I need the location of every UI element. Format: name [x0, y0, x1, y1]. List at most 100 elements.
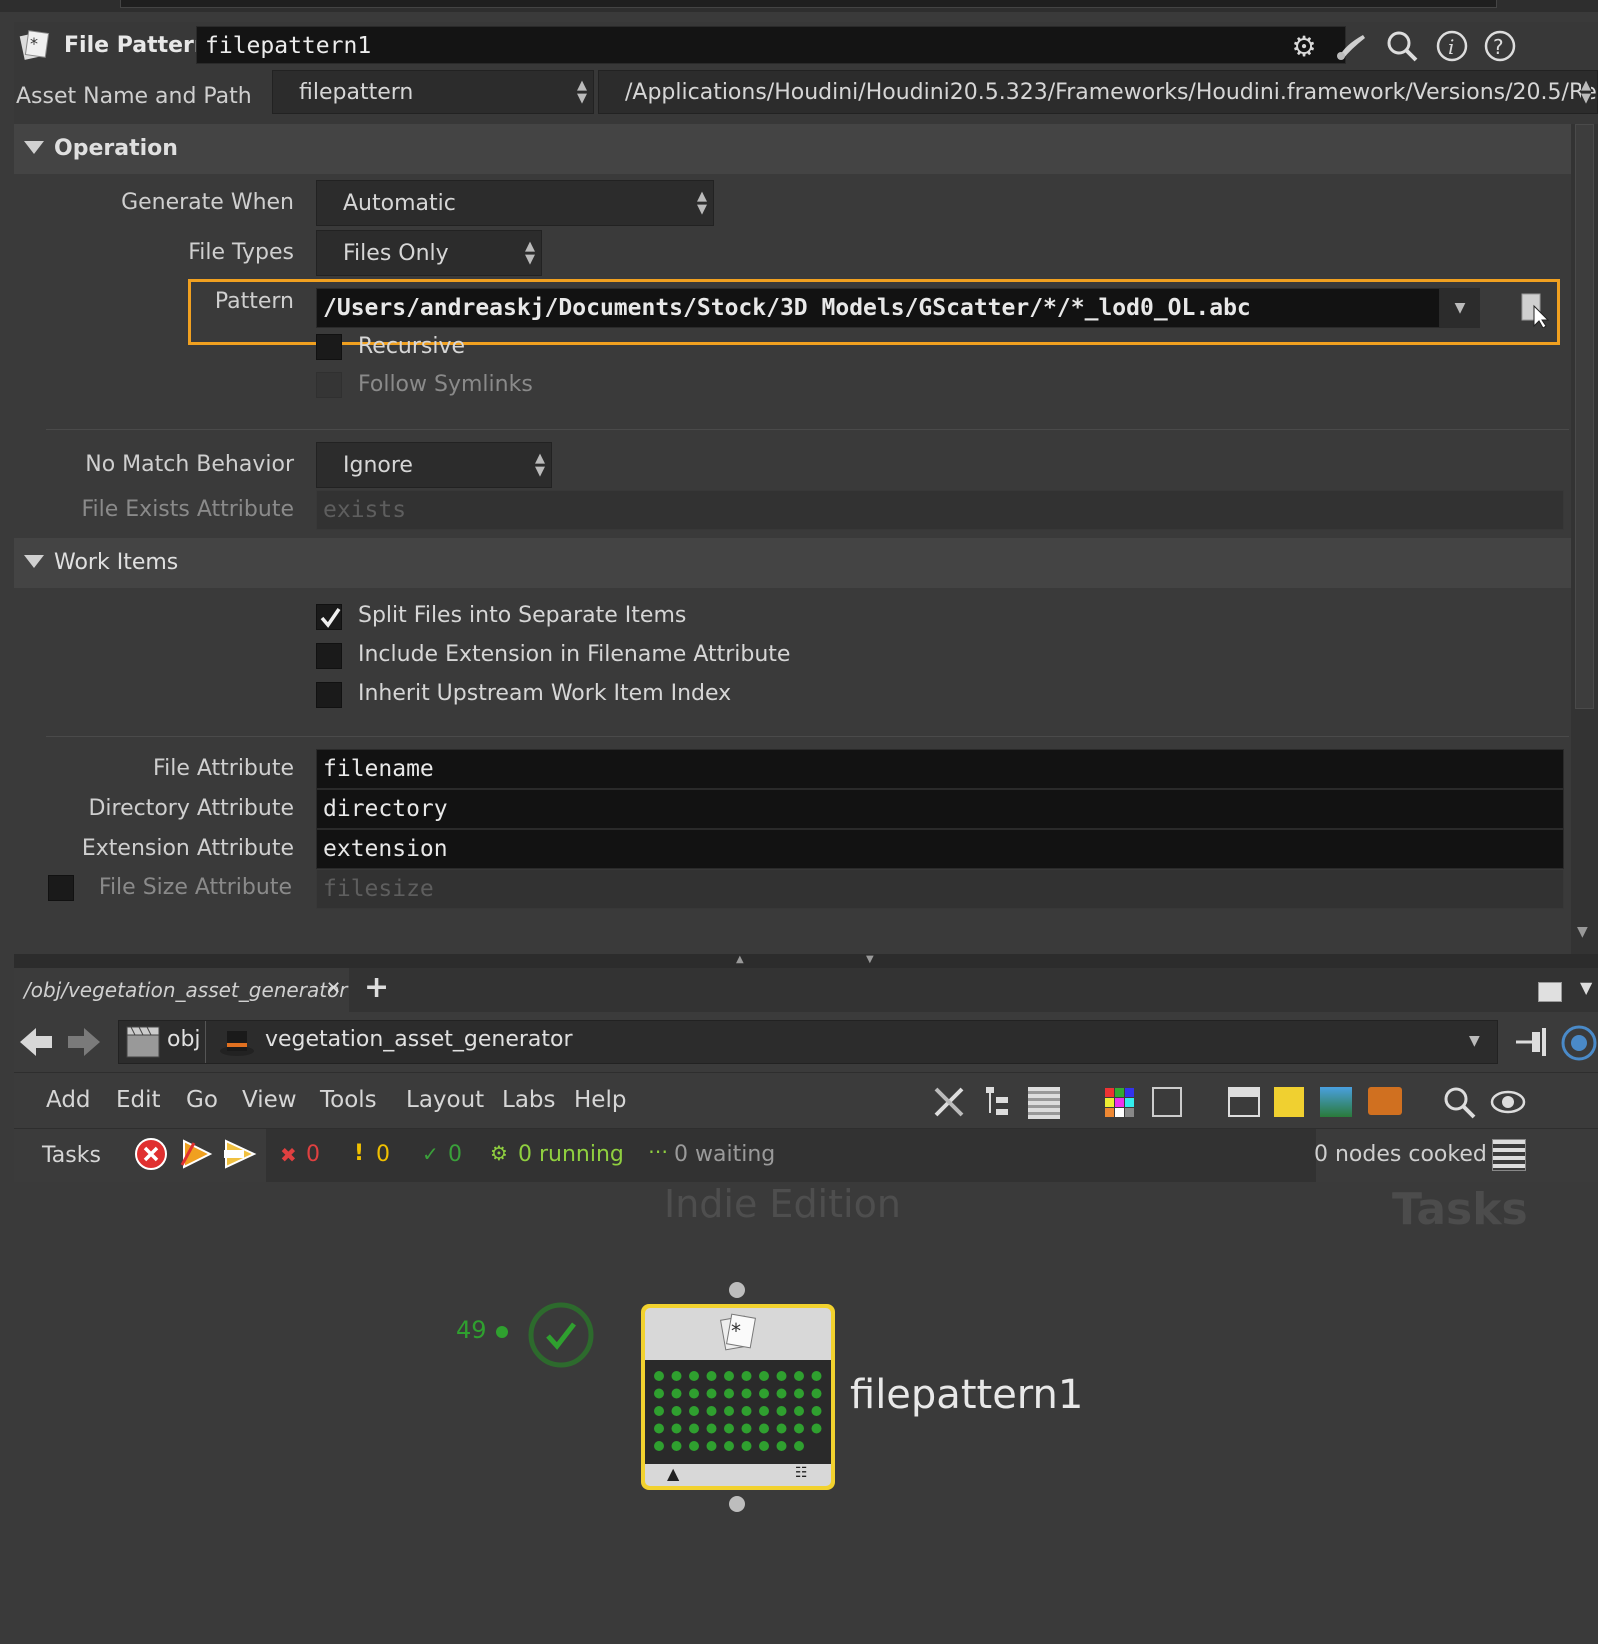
network-box-icon[interactable] [1228, 1087, 1260, 1117]
work-item-dot[interactable] [776, 1371, 787, 1381]
work-item-dot[interactable] [741, 1441, 752, 1451]
brush-icon[interactable] [1334, 28, 1370, 64]
menu-go[interactable]: Go [186, 1087, 218, 1113]
back-arrow-icon[interactable] [18, 1026, 54, 1062]
file-types-select[interactable]: Files Only ▲ ▼ [316, 230, 542, 276]
menu-tools[interactable]: Tools [320, 1087, 377, 1113]
work-item-dot[interactable] [654, 1441, 664, 1451]
pane-menu-icon[interactable]: ▼ [1580, 978, 1592, 997]
eye-icon[interactable] [1490, 1089, 1526, 1119]
work-item-dot[interactable] [776, 1388, 787, 1399]
work-item-dot[interactable] [654, 1371, 664, 1381]
pane-divider[interactable]: ▲ ▼ [14, 954, 1598, 968]
work-item-dot[interactable] [724, 1441, 734, 1451]
work-item-dot[interactable] [759, 1441, 769, 1451]
sticky-note-icon[interactable] [1274, 1087, 1304, 1117]
path-dropdown-icon[interactable]: ▼ [1469, 1033, 1480, 1049]
menu-add[interactable]: Add [46, 1087, 91, 1113]
tools-icon[interactable] [932, 1085, 968, 1123]
work-item-dot[interactable] [724, 1388, 734, 1399]
scroll-down-arrow-icon[interactable]: ▼ [1577, 924, 1588, 940]
work-item-dot[interactable] [689, 1371, 699, 1381]
cook-output-button[interactable] [178, 1137, 214, 1175]
work-item-dot[interactable] [759, 1423, 769, 1434]
work-item-dot[interactable] [706, 1371, 717, 1381]
list-view-icon[interactable] [1028, 1087, 1060, 1119]
work-item-dot[interactable] [776, 1406, 787, 1416]
work-item-dot[interactable] [654, 1406, 664, 1416]
work-item-dot[interactable] [654, 1388, 664, 1399]
tree-view-icon[interactable] [984, 1085, 1014, 1123]
menu-layout[interactable]: Layout [406, 1087, 484, 1113]
network-canvas[interactable]: Indie Edition Tasks 49 * ▲ ☷ filepattern… [14, 1182, 1598, 1644]
work-item-dot[interactable] [671, 1371, 682, 1381]
file-attribute-field[interactable]: filename [316, 749, 1564, 789]
work-item-dot[interactable] [671, 1423, 682, 1434]
link-target-icon[interactable] [1560, 1024, 1598, 1066]
work-item-dot[interactable] [706, 1406, 717, 1416]
node-input-connector[interactable] [729, 1282, 745, 1298]
menu-view[interactable]: View [242, 1087, 297, 1113]
work-item-dot[interactable] [794, 1388, 804, 1399]
work-item-dot[interactable] [759, 1388, 769, 1399]
search-icon[interactable] [1384, 28, 1420, 64]
info-icon[interactable]: i [1434, 28, 1470, 64]
work-item-dot[interactable] [689, 1388, 699, 1399]
work-item-dot[interactable] [654, 1423, 664, 1434]
work-item-dot[interactable] [776, 1423, 787, 1434]
color-palette-icon[interactable] [1104, 1087, 1136, 1123]
pattern-dropdown-button[interactable]: ▼ [1440, 288, 1480, 328]
pin-icon[interactable] [1514, 1026, 1550, 1062]
work-item-dot[interactable] [794, 1406, 804, 1416]
forward-arrow-icon[interactable] [66, 1026, 102, 1062]
work-item-dot[interactable] [741, 1371, 752, 1381]
file-chooser-icon[interactable] [1520, 292, 1550, 329]
work-items-section-header[interactable]: Work Items [14, 538, 1571, 588]
work-item-dot[interactable] [689, 1423, 699, 1434]
work-item-dot[interactable] [724, 1371, 734, 1381]
breadcrumb-obj[interactable]: obj [167, 1027, 201, 1052]
work-item-dot[interactable] [811, 1388, 822, 1399]
follow-symlinks-checkbox[interactable] [316, 372, 342, 398]
work-item-dot[interactable] [689, 1406, 699, 1416]
task-list-icon[interactable] [1492, 1139, 1526, 1171]
shape-palette-icon[interactable] [1152, 1087, 1182, 1117]
parameter-scrollbar[interactable]: ▼ [1571, 124, 1598, 954]
work-item-dot[interactable] [671, 1406, 682, 1416]
filepattern-node[interactable]: * ▲ ☷ [641, 1304, 835, 1490]
scrollbar-thumb[interactable] [1575, 124, 1594, 709]
add-tab-icon[interactable]: + [364, 970, 389, 1005]
background-image-icon[interactable] [1320, 1087, 1352, 1117]
find-icon[interactable] [1442, 1085, 1478, 1125]
collapse-down-icon[interactable]: ▼ [866, 954, 874, 965]
work-item-dot[interactable] [741, 1423, 752, 1434]
asset-path-select[interactable]: /Applications/Houdini/Houdini20.5.323/Fr… [598, 70, 1598, 114]
asset-name-select[interactable]: filepattern ▲ ▼ [272, 70, 594, 114]
menu-edit[interactable]: Edit [116, 1087, 161, 1113]
extension-attribute-field[interactable]: extension [316, 829, 1564, 869]
cancel-cook-button[interactable] [134, 1137, 168, 1175]
work-item-dot[interactable] [706, 1423, 717, 1434]
directory-attribute-field[interactable]: directory [316, 789, 1564, 829]
work-item-dot[interactable] [706, 1441, 717, 1451]
work-item-dot[interactable] [794, 1441, 804, 1451]
help-icon[interactable]: ? [1482, 28, 1518, 64]
work-item-dot[interactable] [776, 1441, 787, 1451]
node-output-connector[interactable] [729, 1496, 745, 1512]
inherit-index-checkbox[interactable] [316, 682, 342, 708]
node-name-field[interactable]: filepattern1 [196, 26, 1346, 64]
work-item-dot[interactable] [811, 1406, 822, 1416]
pane-layout-icon[interactable] [1538, 982, 1562, 1002]
work-item-dot[interactable] [811, 1371, 822, 1381]
work-item-dot[interactable] [724, 1423, 734, 1434]
close-tab-icon[interactable]: ✕ [326, 978, 341, 999]
file-size-attribute-field[interactable]: filesize [316, 869, 1564, 909]
recursive-checkbox[interactable] [316, 334, 342, 360]
expand-up-icon[interactable]: ▲ [736, 954, 744, 965]
include-extension-checkbox[interactable] [316, 643, 342, 669]
work-item-dot[interactable] [794, 1423, 804, 1434]
generate-when-select[interactable]: Automatic ▲ ▼ [316, 180, 714, 226]
gear-icon[interactable]: ⚙ [1286, 28, 1322, 64]
menu-labs[interactable]: Labs [502, 1087, 556, 1113]
work-item-dot[interactable] [689, 1441, 699, 1451]
